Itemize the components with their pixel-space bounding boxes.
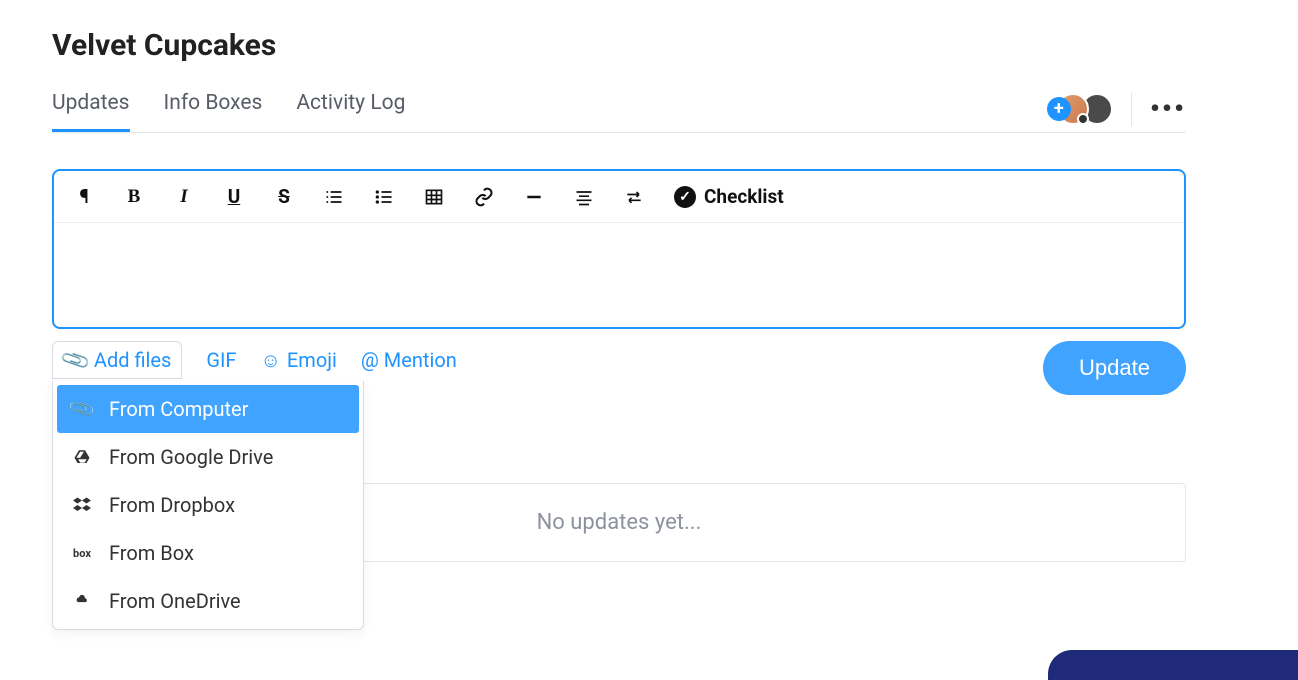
checklist-label: Checklist xyxy=(704,185,784,208)
dropdown-label: From Google Drive xyxy=(109,445,273,469)
header-actions: + ••• xyxy=(1047,92,1186,126)
more-menu-icon[interactable]: ••• xyxy=(1150,92,1186,125)
help-widget[interactable] xyxy=(1048,650,1298,680)
dropdown-item-box[interactable]: box From Box xyxy=(57,529,359,577)
underline-icon[interactable]: U xyxy=(224,185,244,208)
add-files-button[interactable]: 📎 Add files xyxy=(52,341,182,379)
paragraph-icon[interactable]: ¶ xyxy=(74,185,94,208)
editor-toolbar: ¶ B I U S xyxy=(54,171,1184,223)
italic-icon[interactable]: I xyxy=(174,186,194,208)
status-dot-icon xyxy=(1077,113,1089,125)
page-title: Velvet Cupcakes xyxy=(52,28,1186,63)
bold-icon[interactable]: B xyxy=(124,186,144,208)
dropdown-item-computer[interactable]: 📎 From Computer xyxy=(57,385,359,433)
ordered-list-icon[interactable] xyxy=(324,187,344,207)
dropdown-item-onedrive[interactable]: From OneDrive xyxy=(57,577,359,625)
actions-left: 📎 Add files GIF ☺ Emoji @ Mention 📎 From… xyxy=(52,341,457,379)
checklist-button[interactable]: ✓ Checklist xyxy=(674,185,784,208)
item-panel: Velvet Cupcakes Updates Info Boxes Activ… xyxy=(24,8,1214,602)
strike-icon[interactable]: S xyxy=(274,185,294,208)
editor-actions: 📎 Add files GIF ☺ Emoji @ Mention 📎 From… xyxy=(52,341,1186,395)
unordered-list-icon[interactable] xyxy=(374,187,394,207)
add-files-dropdown: 📎 From Computer From Google Drive From D… xyxy=(52,381,364,630)
mention-button[interactable]: @ Mention xyxy=(361,348,457,372)
align-icon[interactable] xyxy=(574,187,594,207)
emoji-label: Emoji xyxy=(287,348,337,372)
box-icon: box xyxy=(71,547,93,560)
add-member-icon[interactable]: + xyxy=(1047,97,1071,121)
dropdown-item-google-drive[interactable]: From Google Drive xyxy=(57,433,359,481)
link-icon[interactable] xyxy=(474,187,494,207)
emoji-button[interactable]: ☺ Emoji xyxy=(260,348,336,373)
tab-activity-log[interactable]: Activity Log xyxy=(296,85,405,132)
dropbox-icon xyxy=(71,496,93,514)
dropdown-item-dropbox[interactable]: From Dropbox xyxy=(57,481,359,529)
dropdown-label: From Computer xyxy=(109,397,248,421)
tab-updates[interactable]: Updates xyxy=(52,85,130,132)
tab-info-boxes[interactable]: Info Boxes xyxy=(164,85,263,132)
update-editor: ¶ B I U S xyxy=(52,169,1186,329)
hr-icon[interactable] xyxy=(524,187,544,207)
update-button[interactable]: Update xyxy=(1043,341,1186,395)
dropdown-label: From Box xyxy=(109,541,194,565)
table-icon[interactable] xyxy=(424,187,444,207)
gif-button[interactable]: GIF xyxy=(206,348,236,372)
member-avatars[interactable]: + xyxy=(1047,93,1113,125)
separator xyxy=(1131,92,1132,126)
onedrive-icon xyxy=(71,594,93,608)
dropdown-label: From Dropbox xyxy=(109,493,235,517)
check-circle-icon: ✓ xyxy=(674,186,696,208)
google-drive-icon xyxy=(71,448,93,466)
header-row: Updates Info Boxes Activity Log + ••• xyxy=(52,85,1186,133)
direction-icon[interactable] xyxy=(624,187,644,207)
dropdown-label: From OneDrive xyxy=(109,589,241,613)
paperclip-icon: 📎 xyxy=(59,343,93,376)
add-files-label: Add files xyxy=(94,348,171,372)
tabs: Updates Info Boxes Activity Log xyxy=(52,85,405,132)
editor-textarea[interactable] xyxy=(54,223,1184,327)
smile-icon: ☺ xyxy=(260,348,280,373)
paperclip-icon: 📎 xyxy=(67,394,97,423)
